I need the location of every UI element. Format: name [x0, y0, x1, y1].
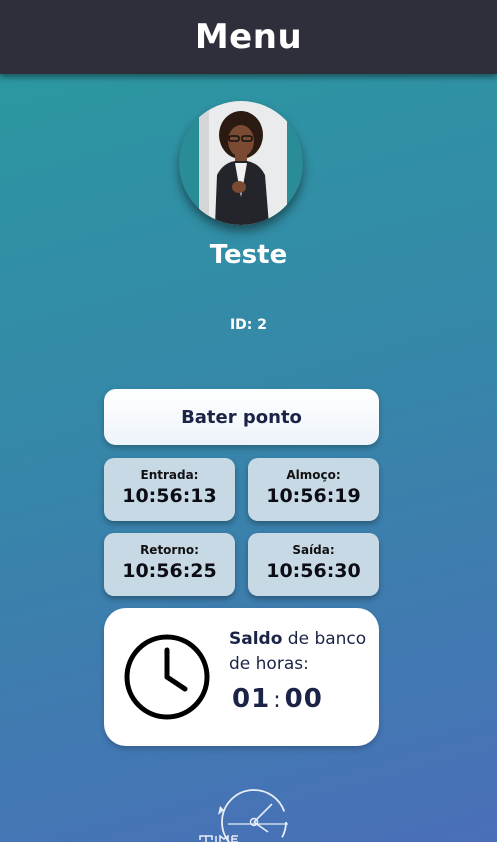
exit-label: Saída: — [292, 543, 335, 557]
balance-minutes: 00 — [284, 684, 323, 714]
lunch-label: Almoço: — [286, 468, 341, 482]
user-id: ID: 2 — [229, 317, 268, 333]
clock-icon — [124, 634, 210, 720]
top-bar: Menu — [0, 0, 497, 74]
hour-bank-balance: 01:00 — [232, 684, 323, 714]
balance-hours: 01 — [232, 684, 271, 714]
avatar-image — [199, 101, 287, 225]
user-name: Teste — [209, 240, 288, 270]
balance-separator: : — [273, 688, 282, 713]
return-time-card: Retorno: 10:56:25 — [104, 533, 235, 596]
entry-time-card: Entrada: 10:56:13 — [104, 458, 235, 521]
app-logo — [199, 789, 288, 842]
entry-time: 10:56:13 — [122, 485, 217, 507]
exit-time-card: Saída: 10:56:30 — [248, 533, 379, 596]
avatar — [179, 101, 303, 225]
punch-clock-button[interactable]: Bater ponto — [104, 389, 379, 445]
exit-time: 10:56:30 — [266, 560, 361, 582]
return-time: 10:56:25 — [122, 560, 217, 582]
entry-label: Entrada: — [140, 468, 199, 482]
return-label: Retorno: — [140, 543, 199, 557]
hour-bank-card: Saldo de banco de horas: 01:00 — [104, 608, 379, 746]
hour-bank-title: Saldo de banco de horas: — [229, 627, 369, 677]
hour-bank-title-bold: Saldo — [229, 629, 283, 649]
page-title: Menu — [194, 17, 303, 57]
lunch-time: 10:56:19 — [266, 485, 361, 507]
lunch-time-card: Almoço: 10:56:19 — [248, 458, 379, 521]
